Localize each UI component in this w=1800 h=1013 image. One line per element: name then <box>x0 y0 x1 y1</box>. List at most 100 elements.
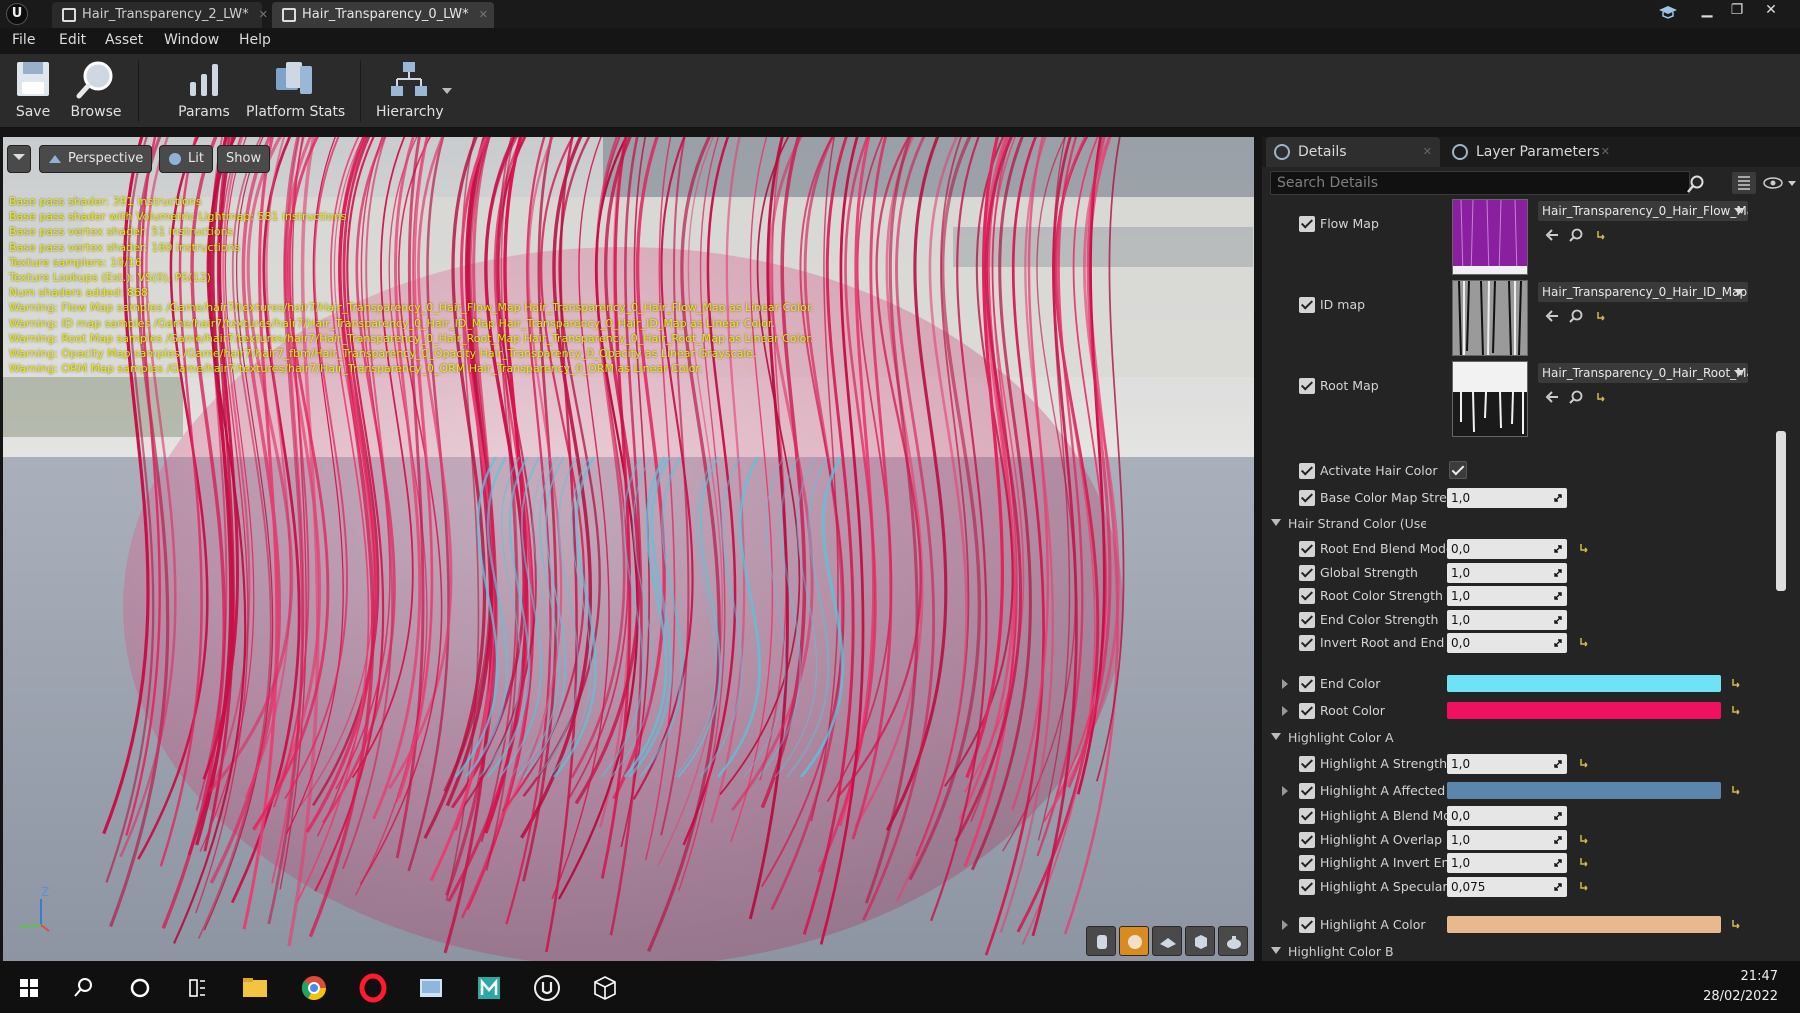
value-input[interactable]: 1,0 <box>1447 754 1567 774</box>
browse-button[interactable]: Browse <box>68 58 124 126</box>
override-checkbox[interactable] <box>1299 855 1315 871</box>
group-highlight-color-a[interactable]: Highlight Color A <box>1262 725 1800 751</box>
paint-app-icon[interactable] <box>412 969 450 1007</box>
unreal-engine-icon[interactable] <box>528 969 566 1007</box>
lit-button[interactable]: Lit <box>159 145 213 173</box>
reset-to-default-icon[interactable] <box>1579 833 1589 845</box>
override-checkbox[interactable] <box>1299 808 1315 824</box>
flow-map-thumbnail[interactable] <box>1452 199 1528 275</box>
view-options-button[interactable] <box>1762 172 1798 194</box>
menu-window[interactable]: Window <box>164 32 219 48</box>
minimize-button[interactable]: ▁ <box>1692 0 1722 22</box>
asset-picker-dropdown[interactable]: Hair_Transparency_0_Hair_Flow_Ma <box>1538 201 1748 221</box>
override-checkbox[interactable] <box>1299 783 1315 799</box>
preview-mesh-button[interactable] <box>1218 926 1248 956</box>
task-view-icon[interactable] <box>178 969 216 1007</box>
browse-asset-icon[interactable] <box>1568 389 1584 405</box>
activate-hair-color-checkbox[interactable] <box>1449 461 1467 479</box>
override-checkbox[interactable] <box>1299 588 1315 604</box>
highlight-a-color-swatch[interactable] <box>1447 916 1721 933</box>
override-checkbox[interactable] <box>1299 831 1315 848</box>
value-input[interactable]: 1,0 <box>1447 829 1567 850</box>
system-clock[interactable]: 21:47 28/02/2022 <box>1703 967 1778 1007</box>
value-input[interactable]: 1,0 <box>1447 609 1567 630</box>
end-color-swatch[interactable] <box>1447 675 1721 692</box>
preview-cube-button[interactable] <box>1185 926 1215 956</box>
document-tab-hair-transparency-0[interactable]: Hair_Transparency_0_LW* ✕ <box>272 2 494 28</box>
3d-viewer-icon[interactable] <box>586 969 624 1007</box>
menu-asset[interactable]: Asset <box>105 32 143 48</box>
chrome-icon[interactable] <box>295 969 333 1007</box>
highlight-a-affected-swatch[interactable] <box>1447 782 1721 799</box>
override-checkbox[interactable] <box>1299 756 1315 772</box>
reset-to-default-icon[interactable] <box>1731 704 1741 716</box>
document-tab-hair-transparency-2[interactable]: Hair_Transparency_2_LW* ✕ <box>52 2 268 28</box>
property-matrix-button[interactable] <box>1732 172 1756 194</box>
override-checkbox[interactable] <box>1299 216 1315 232</box>
reset-to-default-icon[interactable] <box>1579 880 1589 892</box>
show-button[interactable]: Show <box>217 145 271 173</box>
reset-to-default-icon[interactable] <box>1596 391 1606 403</box>
search-icon[interactable] <box>64 969 102 1007</box>
menu-edit[interactable]: Edit <box>59 32 86 48</box>
opera-icon[interactable] <box>354 969 392 1007</box>
hierarchy-button[interactable]: Hierarchy <box>376 58 444 126</box>
perspective-button[interactable]: Perspective <box>39 145 153 173</box>
value-input[interactable]: 1,0 <box>1447 562 1567 583</box>
override-checkbox[interactable] <box>1299 297 1315 313</box>
close-tab-icon[interactable]: ✕ <box>1601 137 1610 167</box>
windows-start-icon[interactable] <box>10 969 48 1007</box>
reset-to-default-icon[interactable] <box>1731 784 1741 796</box>
override-checkbox[interactable] <box>1299 463 1315 479</box>
tab-layer-parameters[interactable]: Layer Parameters ✕ <box>1444 137 1618 167</box>
expand-arrow-icon[interactable] <box>1282 920 1288 930</box>
value-input[interactable]: 0,0 <box>1447 633 1567 653</box>
value-input[interactable]: 0,075 <box>1447 876 1567 897</box>
tab-details[interactable]: Details ✕ <box>1266 137 1440 167</box>
details-scrollbar[interactable] <box>1776 431 1786 591</box>
override-checkbox[interactable] <box>1299 490 1315 506</box>
value-input[interactable]: 1,0 <box>1447 586 1567 606</box>
value-input[interactable]: 1,0 <box>1447 488 1567 508</box>
browse-asset-icon[interactable] <box>1568 308 1584 324</box>
override-checkbox[interactable] <box>1299 676 1315 692</box>
reset-to-default-icon[interactable] <box>1579 757 1589 769</box>
group-highlight-color-b[interactable]: Highlight Color B <box>1262 939 1800 961</box>
params-button[interactable]: Params <box>176 58 232 126</box>
save-button[interactable]: Save <box>10 58 56 126</box>
reset-to-default-icon[interactable] <box>1596 229 1606 241</box>
reset-to-default-icon[interactable] <box>1579 856 1589 868</box>
expand-arrow-icon[interactable] <box>1282 786 1288 796</box>
reset-to-default-icon[interactable] <box>1596 310 1606 322</box>
platform-stats-button[interactable]: Platform Stats <box>246 58 345 126</box>
override-checkbox[interactable] <box>1299 541 1315 557</box>
expand-arrow-icon[interactable] <box>1282 679 1288 689</box>
group-hair-strand-color[interactable]: Hair Strand Color (Uses Root <box>1262 511 1800 537</box>
value-input[interactable]: 1,0 <box>1447 853 1567 873</box>
root-map-thumbnail[interactable] <box>1452 361 1528 437</box>
override-checkbox[interactable] <box>1299 917 1315 933</box>
preview-cylinder-button[interactable] <box>1086 926 1116 956</box>
use-selected-asset-icon[interactable] <box>1544 308 1560 324</box>
learn-hat-icon[interactable] <box>1658 4 1678 20</box>
preview-sphere-button[interactable] <box>1119 926 1149 956</box>
asset-picker-dropdown[interactable]: Hair_Transparency_0_Hair_Root_Ma <box>1538 363 1748 383</box>
search-details-input[interactable] <box>1270 171 1690 195</box>
asset-picker-dropdown[interactable]: Hair_Transparency_0_Hair_ID_Map <box>1538 282 1748 302</box>
close-tab-icon[interactable]: ✕ <box>1423 137 1432 167</box>
value-input[interactable]: 0,0 <box>1447 806 1567 826</box>
menu-file[interactable]: File <box>12 32 35 48</box>
override-checkbox[interactable] <box>1299 635 1315 651</box>
reset-to-default-icon[interactable] <box>1579 636 1589 648</box>
cortana-icon[interactable] <box>121 969 159 1007</box>
menu-help[interactable]: Help <box>239 32 271 48</box>
override-checkbox[interactable] <box>1299 378 1315 394</box>
root-color-swatch[interactable] <box>1447 702 1721 719</box>
override-checkbox[interactable] <box>1299 878 1315 895</box>
close-window-button[interactable]: ✕ <box>1756 0 1786 22</box>
maya-icon[interactable] <box>470 969 508 1007</box>
restore-button[interactable]: ❐ <box>1722 0 1752 22</box>
material-preview-viewport[interactable]: Perspective Lit Show Base pass shader: 3… <box>3 137 1254 961</box>
hierarchy-dropdown-icon[interactable] <box>442 88 452 96</box>
close-tab-icon[interactable]: ✕ <box>259 8 268 21</box>
